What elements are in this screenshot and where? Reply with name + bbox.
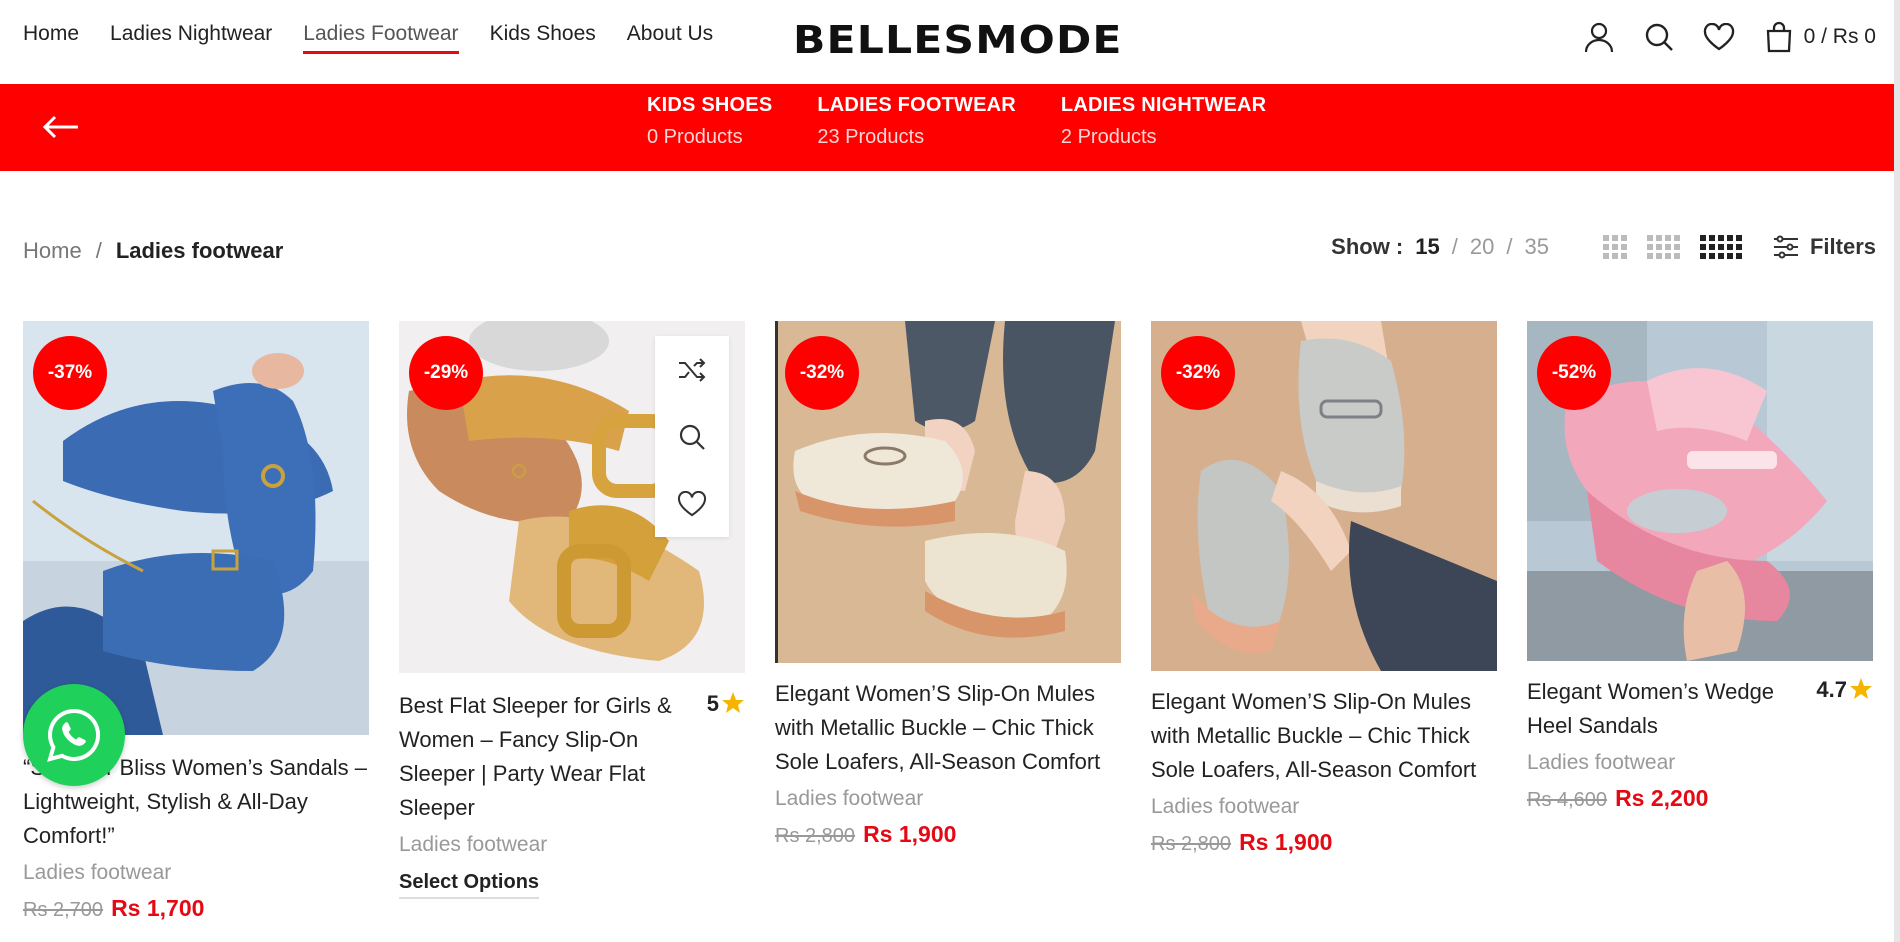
product-price: Rs 2,800 Rs 1,900 [1151, 829, 1497, 856]
category-ladies-nightwear[interactable]: LADIES NIGHTWEAR 2 Products [1061, 89, 1266, 153]
product-title-row: Best Flat Sleeper for Girls & Women – Fa… [399, 689, 745, 825]
nav-ladies-nightwear[interactable]: Ladies Nightwear [110, 22, 272, 54]
grid-3-icon[interactable] [1602, 235, 1627, 259]
product-title-row: Elegant Women’s Wedge Heel Sandals 4.7 [1527, 675, 1873, 743]
product-title[interactable]: Elegant Women’S Slip-On Mules with Metal… [775, 677, 1121, 779]
quick-actions [655, 336, 729, 537]
product-card[interactable]: -32% Elegant Women’S Slip-On Mules with … [775, 321, 1121, 848]
category-name: KIDS SHOES [647, 94, 773, 116]
star-icon [722, 692, 744, 713]
breadcrumb-home[interactable]: Home [23, 238, 82, 264]
header-actions: 0 / Rs 0 [1582, 20, 1876, 54]
category-count: 0 Products [647, 126, 743, 148]
grid-4-icon[interactable] [1646, 235, 1680, 259]
scrollbar-track[interactable] [1894, 0, 1900, 942]
select-options-button[interactable]: Select Options [399, 871, 540, 899]
breadcrumb-separator: / [95, 238, 102, 263]
product-rating: 4.7 [1816, 675, 1873, 743]
category-count: 2 Products [1060, 126, 1157, 148]
old-price: Rs 2,700 [23, 899, 104, 921]
product-rating: 5 [707, 689, 745, 825]
site-logo[interactable]: BELLESMODE [793, 18, 1123, 62]
per-page-separator: / [1506, 234, 1513, 259]
category-ladies-footwear[interactable]: LADIES FOOTWEAR 23 Products [817, 89, 1016, 153]
search-icon[interactable] [1642, 20, 1676, 54]
nav-kids-shoes[interactable]: Kids Shoes [490, 22, 596, 54]
discount-badge: -37% [33, 336, 107, 410]
discount-badge: -29% [409, 336, 483, 410]
breadcrumb-current: Ladies footwear [115, 238, 284, 263]
user-icon[interactable] [1582, 20, 1616, 54]
product-category[interactable]: Ladies footwear [399, 833, 745, 857]
product-image[interactable]: -52% [1527, 321, 1873, 661]
category-name: LADIES NIGHTWEAR [1060, 94, 1267, 116]
category-list: KIDS SHOES 0 Products LADIES FOOTWEAR 23… [647, 89, 1266, 153]
product-category[interactable]: Ladies footwear [1151, 795, 1497, 819]
filters-label: Filters [1809, 234, 1876, 259]
rating-value: 4.7 [1816, 677, 1847, 702]
shuffle-icon[interactable] [655, 336, 729, 403]
product-title[interactable]: Elegant Women’S Slip-On Mules with Metal… [1151, 685, 1497, 787]
search-icon[interactable] [655, 403, 729, 470]
product-price: Rs 2,800 Rs 1,900 [775, 821, 1121, 848]
nav-home[interactable]: Home [23, 22, 79, 54]
category-count: 23 Products [817, 126, 925, 148]
nav-about-us[interactable]: About Us [627, 22, 713, 54]
product-title[interactable]: Best Flat Sleeper for Girls & Women – Fa… [399, 689, 689, 825]
product-price: Rs 4,600 Rs 2,200 [1527, 785, 1873, 812]
arrow-left-icon[interactable] [42, 109, 80, 145]
product-image[interactable]: -37% [23, 321, 369, 735]
product-card[interactable]: -37% “Summer Bliss Women’s Sandals – Lig… [23, 321, 369, 922]
product-card[interactable]: -29% Best Flat Sleeper for Girls & Women… [399, 321, 745, 899]
sale-price: Rs 2,200 [1615, 785, 1709, 811]
whatsapp-button[interactable] [23, 684, 125, 786]
sale-price: Rs 1,900 [863, 821, 957, 847]
site-header: Home Ladies Nightwear Ladies Footwear Ki… [0, 0, 1900, 84]
product-category[interactable]: Ladies footwear [775, 787, 1121, 811]
category-kids-shoes[interactable]: KIDS SHOES 0 Products [647, 89, 772, 153]
sale-price: Rs 1,700 [111, 895, 205, 921]
heart-icon[interactable] [1702, 20, 1736, 54]
product-title[interactable]: Elegant Women’s Wedge Heel Sandals [1527, 675, 1797, 743]
main-nav: Home Ladies Nightwear Ladies Footwear Ki… [23, 22, 713, 54]
product-card[interactable]: -52% Elegant Women’s Wedge Heel Sandals … [1527, 321, 1873, 812]
product-title-row: Elegant Women’S Slip-On Mules with Metal… [1151, 685, 1497, 787]
grid-switcher [1602, 235, 1742, 259]
show-label: Show : [1331, 234, 1404, 259]
discount-badge: -32% [785, 336, 859, 410]
cart-total: 0 / Rs 0 [1803, 25, 1876, 48]
rating-value: 5 [706, 691, 719, 716]
star-icon [1850, 678, 1872, 699]
product-category[interactable]: Ladies footwear [1527, 751, 1873, 775]
per-page-35[interactable]: 35 [1524, 234, 1548, 260]
product-category[interactable]: Ladies footwear [23, 861, 369, 885]
breadcrumb: Home / Ladies footwear [23, 238, 283, 264]
shop-toolbar: Show : 15 / 20 / 35 Filters [1331, 234, 1876, 260]
grid-5-icon[interactable] [1699, 235, 1742, 259]
cart-button[interactable]: 0 / Rs 0 [1762, 20, 1876, 54]
product-image[interactable]: -29% [399, 321, 745, 673]
product-price: Rs 2,700 Rs 1,700 [23, 895, 369, 922]
old-price: Rs 2,800 [1151, 833, 1232, 855]
discount-badge: -32% [1161, 336, 1235, 410]
per-page-15[interactable]: 15 [1415, 234, 1439, 260]
product-card[interactable]: -32% Elegant Women’S Slip-On Mules with … [1151, 321, 1497, 856]
old-price: Rs 2,800 [775, 825, 856, 847]
whatsapp-icon [47, 708, 101, 762]
sale-price: Rs 1,900 [1239, 829, 1333, 855]
sliders-icon [1773, 235, 1798, 259]
filters-button[interactable]: Filters [1772, 234, 1876, 260]
product-image[interactable]: -32% [1151, 321, 1497, 671]
category-bar: KIDS SHOES 0 Products LADIES FOOTWEAR 23… [0, 84, 1900, 171]
shopping-bag-icon [1762, 20, 1796, 54]
heart-icon[interactable] [655, 470, 729, 537]
per-page-separator: / [1451, 234, 1458, 259]
discount-badge: -52% [1537, 336, 1611, 410]
nav-ladies-footwear[interactable]: Ladies Footwear [303, 22, 459, 54]
per-page-20[interactable]: 20 [1470, 234, 1494, 260]
old-price: Rs 4,600 [1527, 789, 1608, 811]
product-image[interactable]: -32% [775, 321, 1121, 663]
product-title-row: Elegant Women’S Slip-On Mules with Metal… [775, 677, 1121, 779]
category-name: LADIES FOOTWEAR [817, 94, 1016, 116]
